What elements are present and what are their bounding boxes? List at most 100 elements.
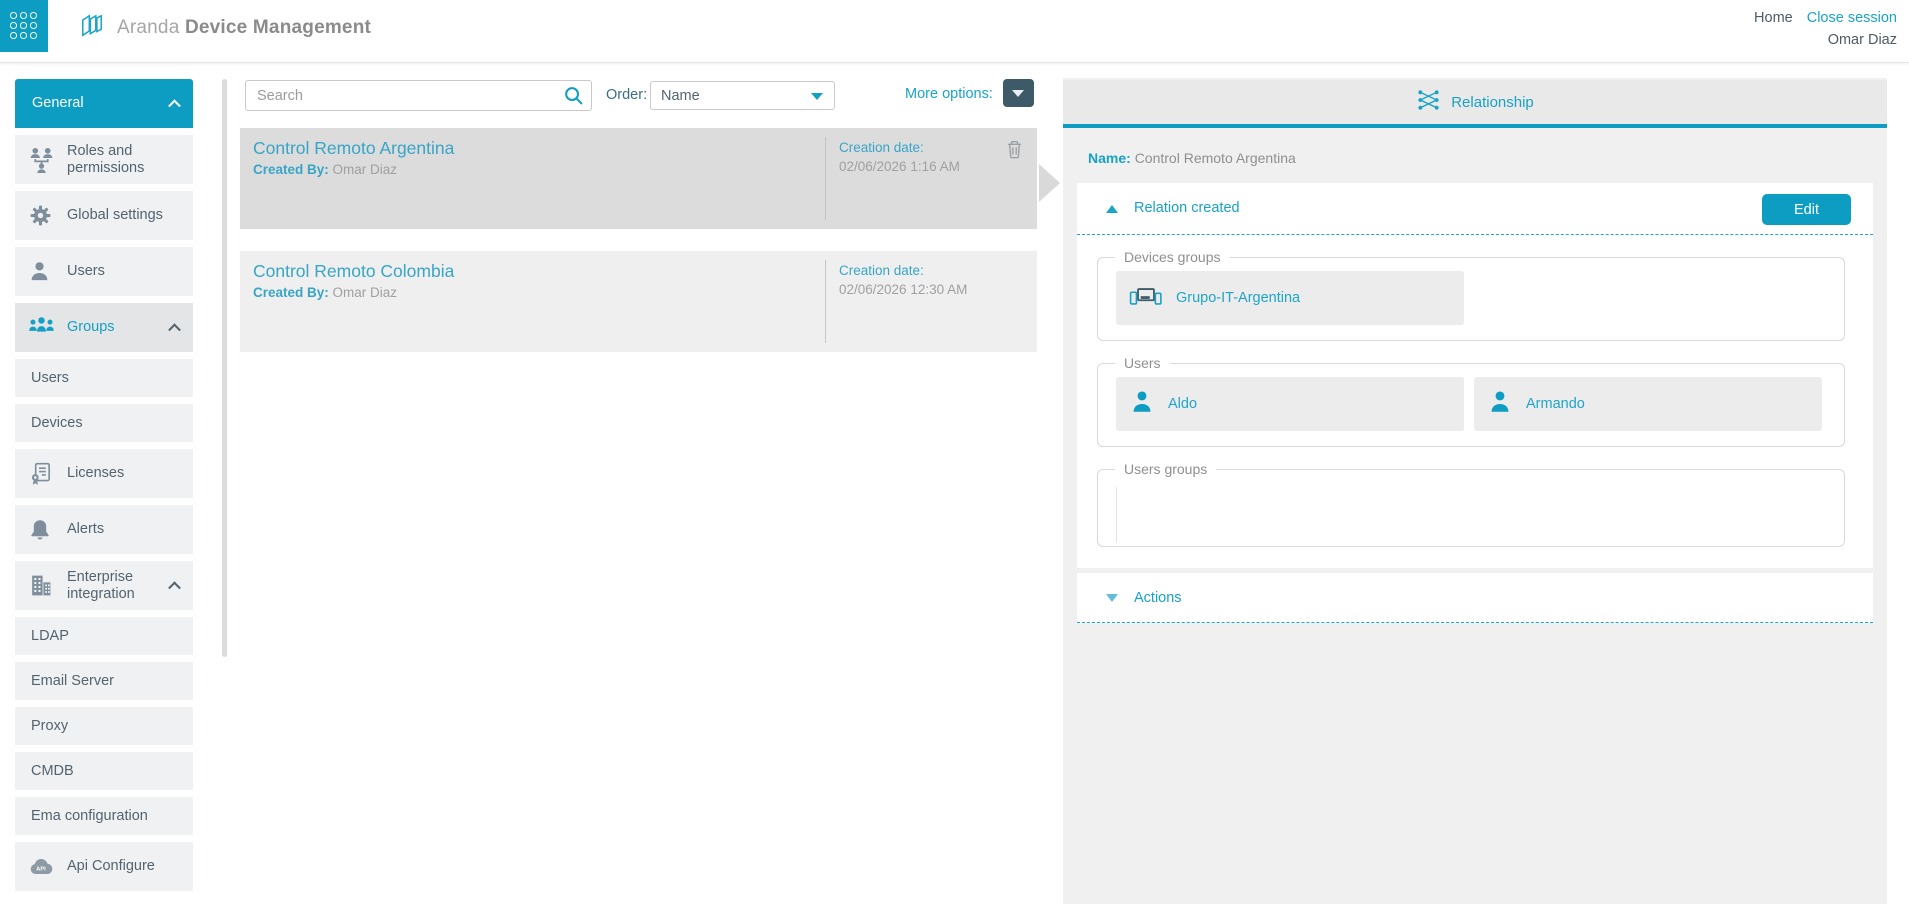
topbar: Aranda Device Management Home Close sessi…	[0, 0, 1909, 63]
sidebar-item-groups[interactable]: Groups	[15, 303, 193, 352]
brand: Aranda Device Management	[78, 12, 371, 43]
license-icon	[28, 461, 55, 486]
sidebar-item-licenses[interactable]: Licenses	[15, 449, 193, 498]
sidebar-item-roles-permissions[interactable]: Roles and permissions	[15, 135, 193, 184]
created-by-label: Created By:	[253, 162, 329, 177]
divider	[825, 260, 826, 343]
name-row: Name: Control Remoto Argentina	[1088, 150, 1296, 166]
sidebar-item-groups-users[interactable]: Users	[15, 359, 193, 397]
sidebar-item-label: Roles and permissions	[67, 143, 169, 177]
sidebar-item-label: Groups	[67, 319, 115, 336]
creation-date: Creation date: 02/06/2026 1:16 AM	[839, 140, 960, 174]
expand-triangle-icon[interactable]	[1106, 594, 1118, 602]
chip-label: Aldo	[1168, 396, 1197, 412]
devices-groups-legend: Devices groups	[1115, 249, 1230, 265]
trash-icon[interactable]	[1005, 139, 1024, 165]
creation-date-value: 02/06/2026 12:30 AM	[839, 282, 967, 297]
sidebar-item-groups-devices[interactable]: Devices	[15, 404, 193, 442]
sidebar-item-api-configure[interactable]: API Api Configure	[15, 842, 193, 891]
sidebar-item-ldap[interactable]: LDAP	[15, 617, 193, 655]
order-label: Order:	[606, 87, 647, 103]
sidebar-item-users[interactable]: Users	[15, 247, 193, 296]
sidebar: General Roles and permissions	[15, 79, 193, 898]
order-select[interactable]: Name	[650, 81, 835, 110]
sidebar-item-proxy[interactable]: Proxy	[15, 707, 193, 745]
svg-text:API: API	[36, 866, 46, 872]
more-options-button[interactable]	[1003, 79, 1034, 107]
sidebar-item-label: Enterprise integration	[67, 569, 169, 603]
sidebar-scrollbar[interactable]	[222, 79, 227, 657]
name-label: Name:	[1088, 150, 1131, 166]
actions-section-title[interactable]: Actions	[1134, 590, 1182, 606]
chip-label: Armando	[1526, 396, 1585, 412]
chevron-down-icon	[1012, 90, 1024, 97]
list-item[interactable]: Control Remoto Colombia Created By: Omar…	[240, 251, 1037, 352]
creation-date-label: Creation date:	[839, 263, 967, 278]
sidebar-section-general[interactable]: General	[15, 79, 193, 128]
user-icon	[1129, 389, 1155, 419]
created-by-label: Created By:	[253, 285, 329, 300]
app-title: Aranda Device Management	[117, 17, 371, 39]
chevron-down-icon	[811, 93, 823, 100]
created-by-value: Omar Diaz	[333, 285, 398, 300]
sidebar-item-label: Proxy	[31, 718, 68, 735]
more-options-link[interactable]: More options:	[905, 86, 993, 102]
name-value: Control Remoto Argentina	[1135, 150, 1296, 166]
chip-label: Grupo-IT-Argentina	[1176, 290, 1300, 306]
session-area: Home Close session Omar Diaz	[1754, 7, 1897, 51]
sidebar-item-alerts[interactable]: Alerts	[15, 505, 193, 554]
divider	[825, 137, 826, 220]
actions-section-header: Actions	[1077, 573, 1873, 623]
users-legend: Users	[1115, 355, 1170, 371]
sidebar-item-label: Devices	[31, 415, 83, 432]
edit-button[interactable]: Edit	[1762, 194, 1851, 225]
sidebar-item-label: Licenses	[67, 465, 124, 482]
chevron-up-icon	[168, 99, 181, 112]
home-link[interactable]: Home	[1754, 10, 1793, 26]
relation-section-title[interactable]: Relation created	[1134, 200, 1240, 216]
user-chip[interactable]: Armando	[1474, 377, 1822, 431]
collapse-triangle-icon[interactable]	[1106, 205, 1118, 213]
bell-icon	[28, 518, 55, 542]
creation-date: Creation date: 02/06/2026 12:30 AM	[839, 263, 967, 297]
order-select-value: Name	[661, 88, 700, 104]
grid-icon	[10, 12, 38, 40]
sidebar-item-global-settings[interactable]: Global settings	[15, 191, 193, 240]
chevron-up-icon	[168, 581, 181, 594]
api-cloud-icon: API	[28, 854, 55, 880]
close-session-link[interactable]: Close session	[1807, 10, 1897, 26]
detail-panel: Relationship Name: Control Remoto Argent…	[1063, 78, 1887, 904]
sidebar-item-label: Alerts	[67, 521, 104, 538]
device-group-chip[interactable]: Grupo-IT-Argentina	[1116, 271, 1464, 325]
detail-header-title: Relationship	[1451, 94, 1534, 111]
devices-groups-fieldset: Devices groups Grupo-IT-Argentina	[1097, 249, 1845, 341]
sidebar-item-label: CMDB	[31, 763, 74, 780]
username: Omar Diaz	[1754, 29, 1897, 51]
sidebar-item-label: LDAP	[31, 628, 69, 645]
selected-item-arrow	[1039, 164, 1060, 202]
search-icon[interactable]	[563, 85, 584, 111]
building-icon	[28, 573, 55, 598]
user-chip[interactable]: Aldo	[1116, 377, 1464, 431]
sidebar-item-enterprise-integration[interactable]: Enterprise integration	[15, 561, 193, 610]
users-groups-legend: Users groups	[1115, 461, 1216, 477]
search-box	[245, 80, 592, 111]
sidebar-item-cmdb[interactable]: CMDB	[15, 752, 193, 790]
sidebar-item-label: Global settings	[67, 207, 163, 224]
gear-icon	[28, 203, 55, 228]
roles-icon	[28, 146, 55, 173]
sidebar-item-label: Api Configure	[67, 858, 155, 875]
sidebar-item-ema-configuration[interactable]: Ema configuration	[15, 797, 193, 835]
sidebar-item-email-server[interactable]: Email Server	[15, 662, 193, 700]
sidebar-item-label: Users	[31, 370, 69, 387]
created-by-value: Omar Diaz	[333, 162, 398, 177]
app-launcher-button[interactable]	[0, 0, 48, 52]
list-item[interactable]: Control Remoto Argentina Created By: Oma…	[240, 128, 1037, 229]
detail-header: Relationship	[1063, 80, 1887, 128]
chevron-up-icon	[168, 323, 181, 336]
search-input[interactable]	[245, 80, 592, 111]
sidebar-item-label: Email Server	[31, 673, 114, 690]
creation-date-label: Creation date:	[839, 140, 960, 155]
empty-slot	[1116, 487, 1117, 543]
relation-card: Relation created Edit Devices groups Gru…	[1077, 183, 1873, 568]
